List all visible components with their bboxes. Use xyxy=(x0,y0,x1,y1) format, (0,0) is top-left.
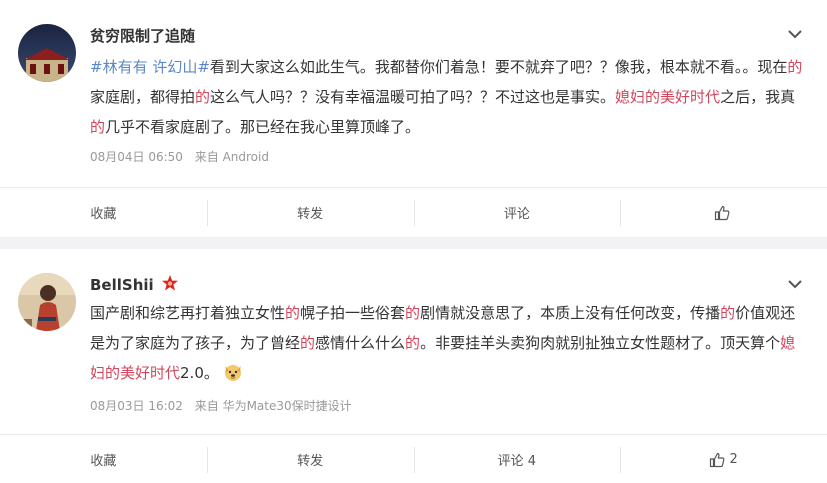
dog-emoji-icon xyxy=(224,365,241,381)
comment-text-body: 国产剧和综艺再打着独立女性的幌子拍一些俗套的剧情就没意思了，本质上没有任何改变，… xyxy=(90,304,795,382)
text-segment: 感情什么什么 xyxy=(315,334,406,352)
action-bar: 收藏 转发 评论 xyxy=(0,187,827,237)
source-label: 来自 Android xyxy=(194,150,269,164)
keyword-highlight: 的 xyxy=(195,88,211,106)
repost-button[interactable]: 转发 xyxy=(206,188,414,238)
text-segment: 家庭剧，都得拍 xyxy=(90,88,196,106)
keyword-highlight: 媳妇的美好时代 xyxy=(615,88,721,106)
keyword-highlight: 的 xyxy=(90,118,106,136)
comment-feed: 贫穷限制了追随 #林有有 许幻山#看到大家这么如此生气。我都替你们着急！要不就弃… xyxy=(0,0,827,483)
avatar[interactable] xyxy=(18,24,76,82)
avatar[interactable] xyxy=(18,273,76,331)
repost-button[interactable]: 转发 xyxy=(206,435,414,483)
text-segment: 看到大家这么如此生气。我都替你们着急！要不就弃了吧？？像我，根本就不看。。现在 xyxy=(209,58,788,76)
collect-button[interactable]: 收藏 xyxy=(0,435,207,483)
chevron-down-icon[interactable] xyxy=(787,276,803,292)
text-segment: 国产剧和综艺再打着独立女性 xyxy=(90,304,286,322)
avatar-image xyxy=(18,24,76,82)
keyword-highlight: 的 xyxy=(300,334,316,352)
like-button[interactable]: 2 xyxy=(620,435,827,483)
keyword-highlight: 的 xyxy=(285,304,301,322)
timestamp: 08月04日 06:50 xyxy=(90,150,183,164)
keyword-highlight: 的 xyxy=(405,304,421,322)
thumbs-up-icon xyxy=(710,452,725,467)
comment-meta: 08月03日 16:02 来自 华为Mate30保时捷设计 xyxy=(90,397,360,414)
comment-meta: 08月04日 06:50 来自 Android xyxy=(90,148,277,165)
like-button[interactable] xyxy=(620,188,827,238)
keyword-highlight: 的 xyxy=(787,58,803,76)
comment-button[interactable]: 评论 4 xyxy=(413,435,621,483)
action-bar: 收藏 转发 评论 4 2 xyxy=(0,434,827,483)
comment-text: #林有有 许幻山#看到大家这么如此生气。我都替你们着急！要不就弃了吧？？像我，根… xyxy=(90,52,805,142)
vip-star-icon[interactable] xyxy=(161,274,179,292)
text-segment: 剧情就没意思了，本质上没有任何改变，传播 xyxy=(420,304,721,322)
avatar-image xyxy=(18,273,76,331)
chevron-down-icon[interactable] xyxy=(787,26,803,42)
username[interactable]: BellShii xyxy=(90,274,179,294)
comment-text: 国产剧和综艺再打着独立女性的幌子拍一些俗套的剧情就没意思了，本质上没有任何改变，… xyxy=(90,298,805,388)
source-label: 来自 华为Mate30保时捷设计 xyxy=(194,399,352,413)
thumbs-up-icon xyxy=(714,205,730,220)
text-segment: 。非要挂羊头卖狗肉就别扯独立女性题材了。顶天算个 xyxy=(420,334,781,352)
text-segment: 之后，我真 xyxy=(720,88,796,106)
topic-link[interactable]: #林有有 许幻山# xyxy=(90,58,210,76)
username-text: BellShii xyxy=(90,276,154,294)
text-segment: 2.0。 xyxy=(180,364,219,382)
collect-button[interactable]: 收藏 xyxy=(0,188,207,238)
username[interactable]: 贫穷限制了追随 xyxy=(90,25,195,46)
like-count: 2 xyxy=(729,452,738,467)
text-segment: 几乎不看家庭剧了。那已经在我心里算顶峰了。 xyxy=(105,118,421,136)
comment-card: 贫穷限制了追随 #林有有 许幻山#看到大家这么如此生气。我都替你们着急！要不就弃… xyxy=(0,0,827,237)
timestamp: 08月03日 16:02 xyxy=(90,399,183,413)
keyword-highlight: 的 xyxy=(405,334,421,352)
text-segment: 这么气人吗？？没有幸福温暖可拍了吗？？不过这也是事实。 xyxy=(210,88,616,106)
keyword-highlight: 的 xyxy=(720,304,736,322)
text-segment: 幌子拍一些俗套 xyxy=(300,304,406,322)
comment-button[interactable]: 评论 xyxy=(413,188,621,238)
